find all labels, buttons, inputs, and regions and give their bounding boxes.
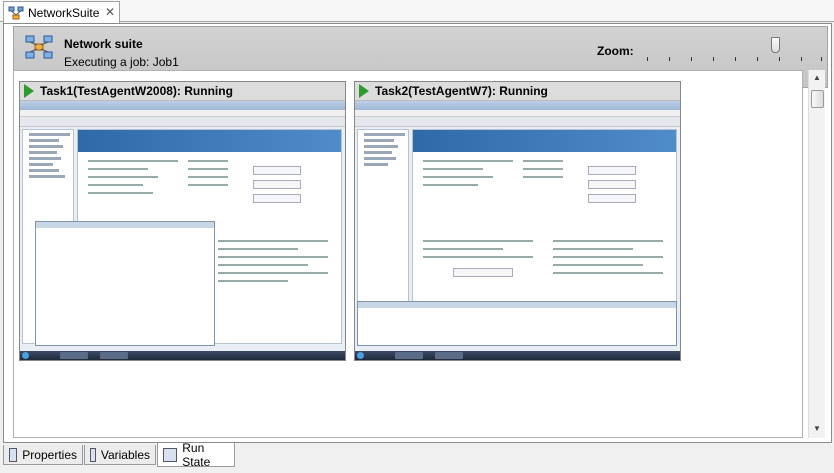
properties-icon (9, 447, 18, 462)
toolbar (355, 117, 680, 127)
tab-label: Properties (22, 447, 77, 462)
zoom-tick (669, 57, 670, 61)
bottom-tab-strip: Properties Variables Run State (0, 440, 834, 473)
task-canvas: Task1(TestAgentW2008): Running Task2(Tes… (13, 70, 803, 438)
toolbar (20, 117, 345, 127)
zoom-slider-track[interactable] (644, 57, 824, 65)
zoom-tick (801, 57, 802, 61)
task-header: Task2(TestAgentW7): Running (355, 82, 680, 101)
run-state-icon (163, 447, 178, 462)
zoom-tick (757, 57, 758, 61)
tab-label: Variables (100, 447, 150, 462)
task-tile[interactable]: Task1(TestAgentW2008): Running (19, 81, 346, 361)
app-window: NetworkSuite ✕ Network suite Executing a… (0, 0, 834, 473)
scrollbar-thumb[interactable] (811, 90, 824, 108)
output-panel (357, 301, 677, 346)
task-tile[interactable]: Task2(TestAgentW7): Running (354, 81, 681, 361)
suite-title: Network suite (64, 37, 143, 51)
task-title: Task1(TestAgentW2008): Running (40, 84, 233, 98)
task-title: Task2(TestAgentW7): Running (375, 84, 548, 98)
remote-screen-thumbnail[interactable] (355, 101, 680, 360)
zoom-tick (713, 57, 714, 61)
zoom-tick (779, 57, 780, 61)
menu-bar (355, 110, 680, 117)
zoom-tick (735, 57, 736, 61)
scroll-up-icon[interactable]: ▲ (809, 70, 825, 86)
running-icon (24, 84, 34, 98)
running-icon (359, 84, 369, 98)
vertical-scrollbar[interactable]: ▲ ▼ (808, 70, 825, 438)
remote-taskbar (20, 351, 345, 360)
variables-icon (90, 447, 96, 462)
remote-screen-thumbnail[interactable] (20, 101, 345, 360)
scroll-down-icon[interactable]: ▼ (809, 421, 825, 437)
window-titlebar (355, 101, 680, 110)
remote-taskbar (355, 351, 680, 360)
zoom-label: Zoom: (597, 44, 634, 58)
tab-label: Run State (182, 440, 211, 469)
run-state-panel: Network suite Executing a job: Job1 Zoom… (3, 23, 832, 443)
zoom-tick (821, 57, 822, 61)
network-suite-icon (25, 35, 53, 59)
network-suite-icon (8, 6, 24, 19)
task-header: Task1(TestAgentW2008): Running (20, 82, 345, 101)
tab-run-state[interactable]: Run State (157, 440, 235, 469)
zoom-tick (691, 57, 692, 61)
tab-networksuite[interactable]: NetworkSuite ✕ (3, 1, 120, 23)
job-status: Executing a job: Job1 (64, 55, 179, 69)
window-titlebar (20, 101, 345, 110)
notepad-window (35, 221, 215, 346)
menu-bar (20, 110, 345, 117)
tab-label: NetworkSuite (28, 5, 100, 20)
tab-variables[interactable]: Variables (84, 445, 156, 465)
zoom-tick (647, 57, 648, 61)
document-tab-strip: NetworkSuite ✕ (0, 0, 834, 23)
zoom-slider-thumb[interactable] (771, 37, 780, 53)
close-icon[interactable]: ✕ (105, 5, 115, 19)
tab-properties[interactable]: Properties (3, 445, 83, 465)
